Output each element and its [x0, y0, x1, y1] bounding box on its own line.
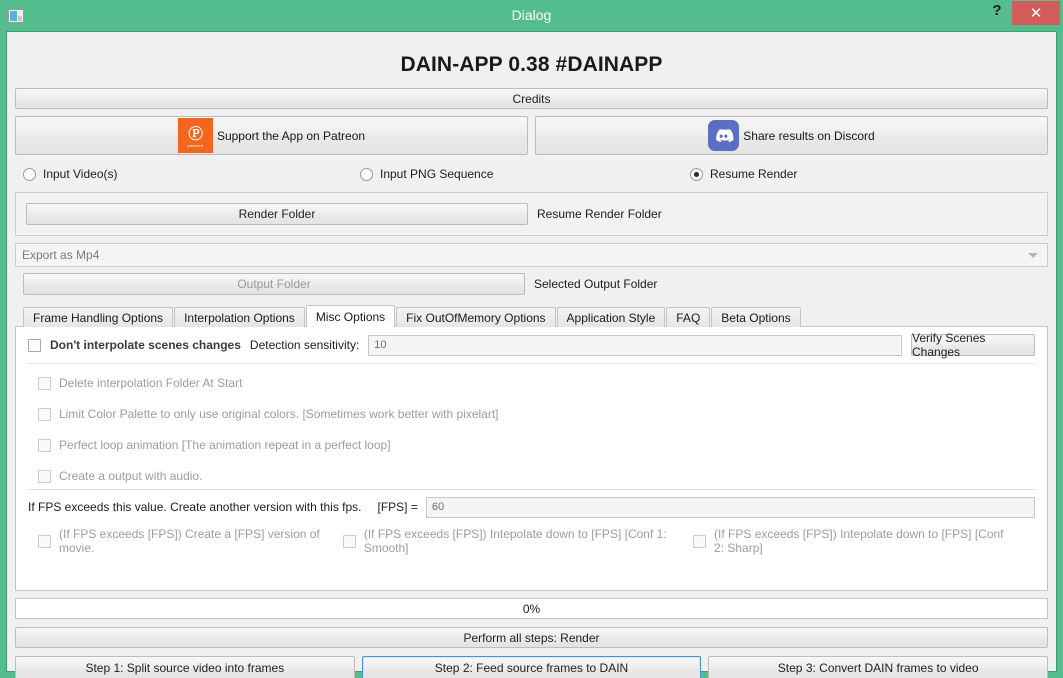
checkbox-create-output-with-audio[interactable]: Create a output with audio. [38, 469, 533, 483]
checkbox-icon [38, 407, 51, 421]
checkbox-perfect-loop-animation[interactable]: Perfect loop animation [The animation re… [38, 438, 533, 452]
checkbox-icon [38, 438, 51, 452]
radio-dot-selected-icon [690, 167, 703, 181]
discord-button-label: Share results on Discord [743, 128, 875, 143]
checkbox-icon [693, 534, 707, 548]
credits-button[interactable]: Credits [15, 88, 1048, 109]
window-title: Dialog [511, 7, 552, 23]
page-title: DAIN-APP 0.38 #DAINAPP [400, 53, 663, 76]
step-1-button[interactable]: Step 1: Split source video into frames [15, 656, 355, 678]
discord-icon [708, 120, 740, 151]
patreon-icon: ℗ patreon [177, 118, 213, 153]
help-button[interactable]: ? [982, 0, 1012, 31]
scene-detection-row: Don't interpolate scenes changes Detecti… [28, 327, 1035, 363]
checkbox-create-fps-version-label: (If FPS exceeds [FPS]) Create a [FPS] ve… [59, 527, 320, 555]
checkbox-limit-color-palette-label: Limit Color Palette to only use original… [59, 407, 499, 421]
checkbox-interpolate-down-smooth-label: (If FPS exceeds [FPS]) Intepolate down t… [363, 527, 667, 555]
chevron-down-icon [1028, 252, 1038, 258]
scene-checkbox-label: Don't interpolate scenes changes [50, 338, 241, 352]
tab-misc-options[interactable]: Misc Options [305, 305, 396, 327]
radio-dot-icon [23, 167, 36, 181]
output-folder-row: Output Folder Selected Output Folder [15, 273, 1048, 295]
patreon-button-label: Support the App on Patreon [216, 128, 366, 143]
tab-application-style[interactable]: Application Style [556, 307, 666, 327]
close-button[interactable]: ✕ [1012, 1, 1060, 25]
radio-resume-render[interactable]: Resume Render [690, 167, 1048, 181]
render-folder-group: Render Folder Resume Render Folder [15, 192, 1048, 236]
checkbox-delete-interpolation-folder[interactable]: Delete interpolation Folder At Start [38, 376, 533, 390]
radio-input-png-sequence[interactable]: Input PNG Sequence [360, 167, 690, 181]
output-folder-button[interactable]: Output Folder [23, 273, 525, 295]
external-links-row: ℗ patreon Support the App on Patreon Sha… [15, 116, 1048, 155]
checkbox-icon [38, 534, 51, 548]
input-mode-radio-group: Input Video(s) Input PNG Sequence Resume… [15, 164, 1048, 184]
window-icon [8, 8, 24, 23]
checkbox-icon [38, 469, 51, 483]
title-bar: Dialog ? ✕ [0, 0, 1063, 31]
misc-checkbox-grid: Delete interpolation Folder At Start Lim… [28, 364, 1035, 489]
detection-sensitivity-input[interactable]: 10 [368, 334, 902, 356]
checkbox-limit-color-palette[interactable]: Limit Color Palette to only use original… [38, 407, 533, 421]
fps-options-row: (If FPS exceeds [FPS]) Create a [FPS] ve… [28, 527, 1035, 555]
radio-input-png-sequence-label: Input PNG Sequence [380, 167, 494, 181]
step-2-button[interactable]: Step 2: Feed source frames to DAIN [361, 656, 702, 678]
export-format-select[interactable]: Export as Mp4 [15, 243, 1048, 267]
detection-sensitivity-label: Detection sensitivity: [249, 338, 360, 352]
dain-app-window: Dialog ? ✕ DAIN-APP 0.38 #DAINAPP Credit… [0, 0, 1063, 678]
checkbox-interpolate-down-sharp-label: (If FPS exceeds [FPS]) Intepolate down t… [714, 527, 1004, 555]
titlebar-buttons: ? ✕ [982, 0, 1063, 31]
resume-render-folder-label: Resume Render Folder [537, 207, 662, 221]
verify-scenes-changes-button[interactable]: Verify Scenes Changes [911, 331, 1035, 359]
options-tabbar: Frame Handling Options Interpolation Opt… [15, 305, 1048, 327]
misc-options-panel: Don't interpolate scenes changes Detecti… [15, 326, 1048, 591]
radio-input-videos-label: Input Video(s) [43, 167, 118, 181]
step-3-button[interactable]: Step 3: Convert DAIN frames to video [708, 656, 1049, 678]
checkbox-create-fps-version[interactable]: (If FPS exceeds [FPS]) Create a [FPS] ve… [38, 527, 321, 555]
fps-description-label: If FPS exceeds this value. Create anothe… [28, 500, 362, 514]
selected-output-folder-label: Selected Output Folder [534, 277, 658, 291]
checkbox-perfect-loop-animation-label: Perfect loop animation [The animation re… [59, 438, 391, 452]
patreon-wordmark: patreon [187, 142, 204, 148]
tab-interpolation-options[interactable]: Interpolation Options [174, 307, 305, 327]
tab-beta-options[interactable]: Beta Options [711, 307, 801, 327]
fps-equals-label: [FPS] = [377, 500, 418, 514]
checkbox-dont-interpolate-scene-changes[interactable] [28, 338, 41, 352]
render-folder-button[interactable]: Render Folder [26, 203, 528, 225]
perform-all-steps-button[interactable]: Perform all steps: Render [15, 627, 1048, 648]
tab-faq[interactable]: FAQ [666, 307, 711, 327]
progress-bar: 0% [15, 598, 1048, 619]
checkbox-interpolate-down-sharp[interactable]: (If FPS exceeds [FPS]) Intepolate down t… [693, 527, 1013, 555]
tab-fix-outofmemory-options[interactable]: Fix OutOfMemory Options [396, 307, 556, 327]
checkbox-delete-interpolation-folder-label: Delete interpolation Folder At Start [59, 376, 243, 390]
export-format-value: Export as Mp4 [22, 248, 100, 262]
checkbox-create-output-with-audio-label: Create a output with audio. [59, 469, 203, 483]
patreon-button[interactable]: ℗ patreon Support the App on Patreon [15, 116, 528, 155]
checkbox-icon [38, 376, 51, 390]
dialog-client-area: DAIN-APP 0.38 #DAINAPP Credits ℗ patreon… [6, 31, 1057, 678]
discord-button[interactable]: Share results on Discord [535, 116, 1048, 155]
radio-dot-icon [360, 167, 373, 181]
steps-row: Step 1: Split source video into frames S… [15, 656, 1049, 678]
fps-value-input[interactable]: 60 [425, 496, 1035, 518]
radio-resume-render-label: Resume Render [710, 167, 798, 181]
patreon-glyph: ℗ [187, 119, 204, 145]
tab-frame-handling-options[interactable]: Frame Handling Options [23, 307, 174, 327]
fps-threshold-row: If FPS exceeds this value. Create anothe… [28, 490, 1035, 524]
checkbox-interpolate-down-smooth[interactable]: (If FPS exceeds [FPS]) Intepolate down t… [342, 527, 671, 555]
radio-input-videos[interactable]: Input Video(s) [15, 167, 360, 181]
checkbox-icon [342, 534, 356, 548]
